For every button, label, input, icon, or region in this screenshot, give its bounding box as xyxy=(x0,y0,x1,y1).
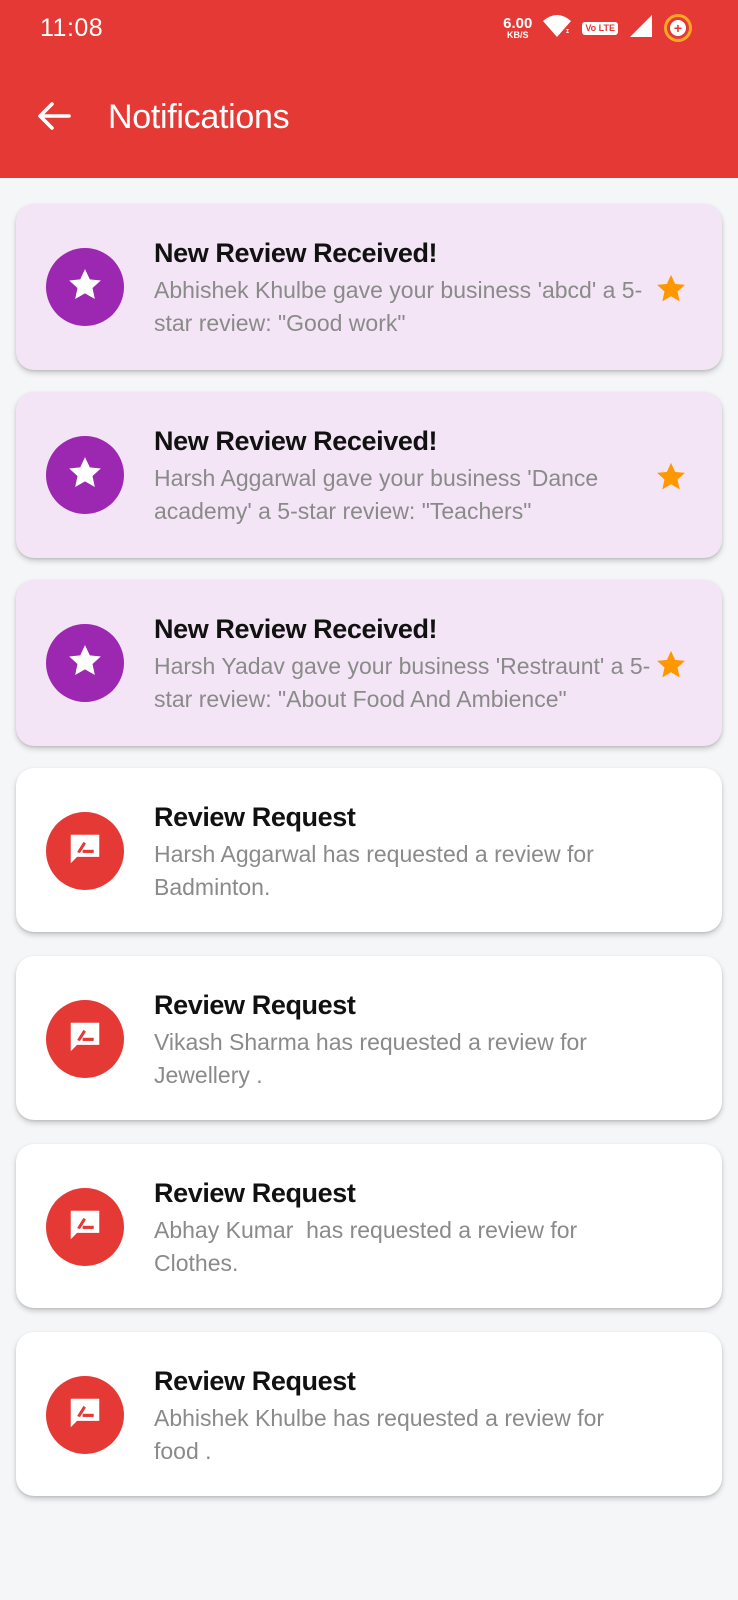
network-speed-unit: KB/S xyxy=(506,30,529,40)
notification-body: Harsh Aggarwal has requested a review fo… xyxy=(154,841,601,900)
rate-review-icon xyxy=(66,1018,104,1061)
app-bar: 11:08 6.00 KB/S Vo LTE + Notifications xyxy=(0,0,738,178)
notification-body: Harsh Yadav gave your business 'Restraun… xyxy=(154,653,651,712)
signal-icon xyxy=(628,13,654,44)
notification-body: Vikash Sharma has requested a review for… xyxy=(154,1029,594,1088)
star-icon xyxy=(65,453,105,498)
rate-review-icon xyxy=(66,1394,104,1437)
notification-avatar xyxy=(46,248,124,326)
notification-body: Abhishek Khulbe gave your business 'abcd… xyxy=(154,277,643,336)
notification-card-request[interactable]: Review Request Abhishek Khulbe has reque… xyxy=(16,1332,722,1496)
notification-body: Harsh Aggarwal gave your business 'Dance… xyxy=(154,465,605,524)
wifi-icon xyxy=(542,13,572,44)
notification-title: Review Request xyxy=(154,1178,356,1208)
status-time: 11:08 xyxy=(40,14,104,42)
page-title: Notifications xyxy=(108,98,290,136)
status-bar: 11:08 6.00 KB/S Vo LTE + xyxy=(0,0,738,56)
notification-card-request[interactable]: Review Request Abhay Kumar has requested… xyxy=(16,1144,722,1308)
notification-card-review[interactable]: New Review Received! Harsh Aggarwal gave… xyxy=(16,392,722,558)
notification-card-review[interactable]: New Review Received! Harsh Yadav gave yo… xyxy=(16,580,722,746)
notification-title: New Review Received! xyxy=(154,614,438,644)
network-speed: 6.00 KB/S xyxy=(503,16,532,40)
notification-title: Review Request xyxy=(154,990,356,1020)
notification-card-review[interactable]: New Review Received! Abhishek Khulbe gav… xyxy=(16,204,722,370)
volte-icon: Vo LTE xyxy=(582,21,618,35)
star-icon xyxy=(65,265,105,310)
notification-title: New Review Received! xyxy=(154,238,438,268)
star-badge-icon xyxy=(654,272,688,306)
notification-title: New Review Received! xyxy=(154,426,438,456)
notification-avatar xyxy=(46,624,124,702)
star-badge-icon xyxy=(654,460,688,494)
notification-body: Abhishek Khulbe has requested a review f… xyxy=(154,1405,611,1464)
notification-title: Review Request xyxy=(154,1366,356,1396)
battery-saver-icon: + xyxy=(664,14,692,42)
star-icon xyxy=(65,641,105,686)
notification-title: Review Request xyxy=(154,802,356,832)
back-button[interactable] xyxy=(30,94,78,142)
notification-card-request[interactable]: Review Request Harsh Aggarwal has reques… xyxy=(16,768,722,932)
status-icons: 6.00 KB/S Vo LTE + xyxy=(503,10,692,46)
notification-avatar xyxy=(46,1000,124,1078)
notification-avatar xyxy=(46,1188,124,1266)
toolbar: Notifications xyxy=(0,78,738,158)
notification-body: Abhay Kumar has requested a review for C… xyxy=(154,1217,584,1276)
rate-review-icon xyxy=(66,830,104,873)
star-badge-icon xyxy=(654,648,688,682)
rate-review-icon xyxy=(66,1206,104,1249)
arrow-left-icon xyxy=(37,101,71,136)
notification-avatar xyxy=(46,436,124,514)
network-speed-value: 6.00 xyxy=(503,15,533,32)
notification-avatar xyxy=(46,812,124,890)
notification-card-request[interactable]: Review Request Vikash Sharma has request… xyxy=(16,956,722,1120)
notification-avatar xyxy=(46,1376,124,1454)
notification-list: New Review Received! Abhishek Khulbe gav… xyxy=(16,204,722,1520)
